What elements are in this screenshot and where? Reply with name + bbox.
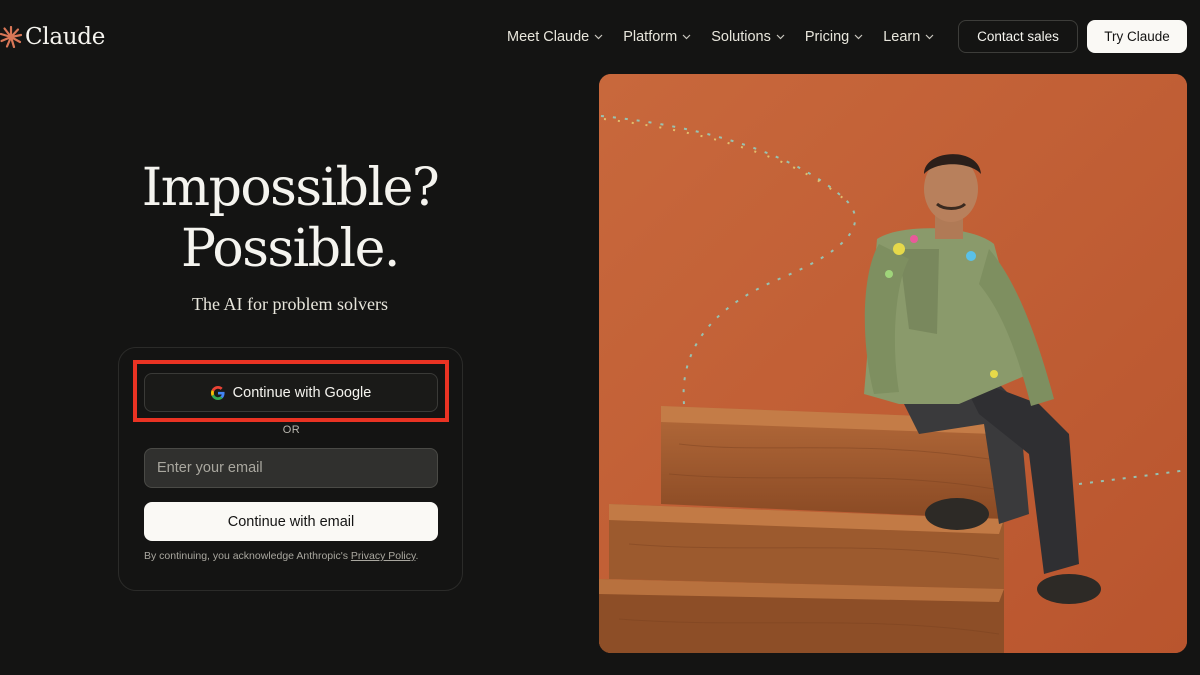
privacy-policy-link[interactable]: Privacy Policy xyxy=(351,550,416,562)
google-g-icon xyxy=(210,385,225,400)
legal-suffix: . xyxy=(415,550,419,562)
hero-image xyxy=(599,74,1187,653)
or-divider: OR xyxy=(282,424,301,436)
nav-label: Solutions xyxy=(711,29,771,45)
hero-title-line-2: Possible. xyxy=(181,219,400,279)
chevron-down-icon xyxy=(776,34,785,40)
chevron-down-icon xyxy=(854,34,863,40)
nav-item-solutions[interactable]: Solutions xyxy=(711,29,785,45)
continue-with-google-button[interactable]: Continue with Google xyxy=(144,373,438,412)
login-card: Continue with Google OR Continue with em… xyxy=(118,347,463,591)
contact-sales-button[interactable]: Contact sales xyxy=(958,20,1078,53)
top-navigation: Claude Meet Claude Platform Solutions Pr… xyxy=(0,0,1200,74)
continue-with-email-button[interactable]: Continue with email xyxy=(144,502,438,541)
nav-label: Pricing xyxy=(804,29,850,45)
logo-wordmark: Claude xyxy=(25,24,106,50)
nav-label: Platform xyxy=(623,29,678,45)
hero-subtitle: The AI for problem solvers xyxy=(192,294,388,314)
nav-item-meet-claude[interactable]: Meet Claude xyxy=(507,29,603,45)
nav-label: Meet Claude xyxy=(507,29,590,45)
email-input[interactable] xyxy=(144,448,438,488)
hero-title-line-1: Impossible? xyxy=(141,158,440,218)
main-nav: Meet Claude Platform Solutions Pricing L… xyxy=(507,24,954,50)
try-claude-button[interactable]: Try Claude xyxy=(1087,20,1187,53)
nav-label: Learn xyxy=(883,29,921,45)
nav-item-learn[interactable]: Learn xyxy=(883,29,934,45)
legal-text: By continuing, you acknowledge Anthropic… xyxy=(144,550,351,562)
legal-notice: By continuing, you acknowledge Anthropic… xyxy=(144,550,444,562)
chevron-down-icon xyxy=(594,34,603,40)
claude-logo[interactable]: Claude xyxy=(0,22,105,52)
claude-starburst-icon xyxy=(0,26,22,48)
hero-illustration xyxy=(599,74,1187,653)
google-button-label: Continue with Google xyxy=(232,384,372,401)
chevron-down-icon xyxy=(682,34,691,40)
hero-title: Impossible? Possible. xyxy=(90,158,490,280)
nav-item-pricing[interactable]: Pricing xyxy=(805,29,863,45)
chevron-down-icon xyxy=(925,34,934,40)
nav-item-platform[interactable]: Platform xyxy=(623,29,691,45)
